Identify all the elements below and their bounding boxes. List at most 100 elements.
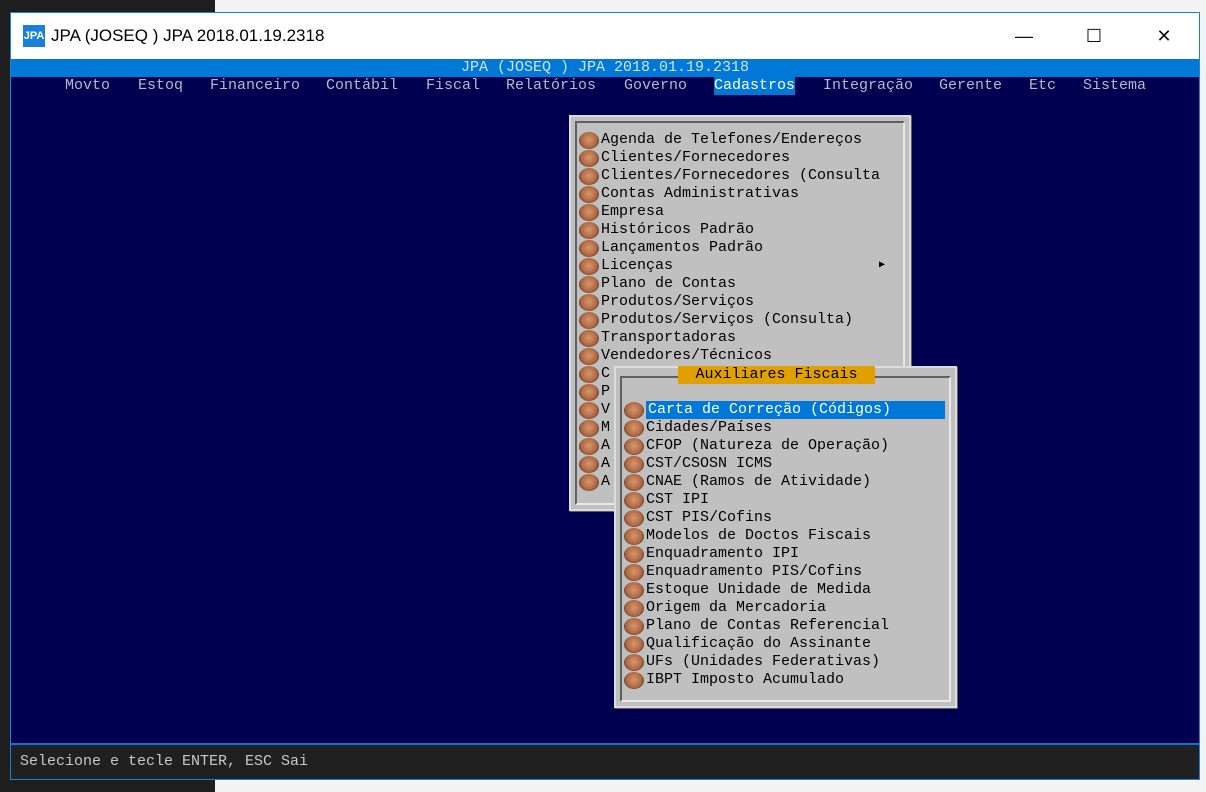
submenu-item[interactable]: Carta de Correção (Códigos) bbox=[624, 401, 945, 419]
menu-item-label: Transportadoras bbox=[601, 329, 737, 346]
submenu-arrow-icon: ▶ bbox=[878, 260, 885, 271]
user-face-icon bbox=[624, 653, 644, 671]
submenu-item[interactable]: Qualificação do Assinante bbox=[624, 635, 871, 653]
menu-item-label: C bbox=[601, 365, 611, 382]
close-button[interactable]: ✕ bbox=[1141, 13, 1187, 59]
menu-item[interactable]: Vendedores/Técnicos bbox=[579, 347, 899, 365]
minimize-button[interactable]: — bbox=[1001, 13, 1047, 59]
submenu-title: Auxiliares Fiscais bbox=[678, 366, 875, 384]
submenu-item-label: Plano de Contas Referencial bbox=[646, 617, 890, 634]
submenu-item[interactable]: CNAE (Ramos de Atividade) bbox=[624, 473, 871, 491]
menu-item-label: Produtos/Serviços bbox=[601, 293, 755, 310]
menu-fiscal[interactable]: Fiscal bbox=[426, 77, 480, 95]
menu-item[interactable]: Produtos/Serviços (Consulta) bbox=[579, 311, 899, 329]
menu-estoq[interactable]: Estoq bbox=[138, 77, 183, 95]
user-face-icon bbox=[579, 185, 599, 203]
menu-item-label: Plano de Contas bbox=[601, 275, 737, 292]
user-face-icon bbox=[624, 635, 644, 653]
title-bar: JPA JPA (JOSEQ ) JPA 2018.01.19.2318 — ☐… bbox=[11, 13, 1199, 59]
user-face-icon bbox=[579, 257, 599, 275]
user-face-icon bbox=[579, 203, 599, 221]
menu-item-label: V bbox=[601, 401, 611, 418]
submenu-item-label: Modelos de Doctos Fiscais bbox=[646, 527, 872, 544]
submenu-item[interactable]: Estoque Unidade de Medida bbox=[624, 581, 871, 599]
menu-item[interactable]: Clientes/Fornecedores (Consulta bbox=[579, 167, 899, 185]
user-face-icon bbox=[579, 239, 599, 257]
menu-item[interactable]: Contas Administrativas bbox=[579, 185, 899, 203]
app-window: JPA JPA (JOSEQ ) JPA 2018.01.19.2318 — ☐… bbox=[10, 12, 1200, 780]
user-face-icon bbox=[624, 509, 644, 527]
menu-item[interactable]: Licenças ▶ bbox=[579, 257, 899, 275]
submenu-item[interactable]: CST/CSOSN ICMS bbox=[624, 455, 772, 473]
menu-item-label: Lançamentos Padrão bbox=[601, 239, 764, 256]
submenu-item-label: Carta de Correção (Códigos) bbox=[646, 401, 945, 419]
menu-item-label: A bbox=[601, 455, 611, 472]
submenu-item[interactable]: Origem da Mercadoria bbox=[624, 599, 826, 617]
submenu-item-label: Cidades/Países bbox=[646, 419, 773, 436]
user-face-icon bbox=[579, 455, 599, 473]
menu-item-label: Clientes/Fornecedores bbox=[601, 149, 791, 166]
menu-governo[interactable]: Governo bbox=[624, 77, 687, 95]
submenu-item-label: CFOP (Natureza de Operação) bbox=[646, 437, 890, 454]
user-face-icon bbox=[579, 437, 599, 455]
menu-item-label: M bbox=[601, 419, 611, 436]
menu-item-label: Vendedores/Técnicos bbox=[601, 347, 773, 364]
menu-item-label: Clientes/Fornecedores (Consulta bbox=[601, 167, 881, 184]
menu-item-label: Contas Administrativas bbox=[601, 185, 800, 202]
maximize-button[interactable]: ☐ bbox=[1071, 13, 1117, 59]
user-face-icon bbox=[579, 365, 599, 383]
menu-item[interactable]: Produtos/Serviços bbox=[579, 293, 899, 311]
submenu-item-label: UFs (Unidades Federativas) bbox=[646, 653, 881, 670]
menu-item-label: A bbox=[601, 437, 611, 454]
user-face-icon bbox=[624, 581, 644, 599]
submenu-item[interactable]: CST PIS/Cofins bbox=[624, 509, 772, 527]
app-icon: JPA bbox=[23, 25, 45, 47]
menu-cadastros[interactable]: Cadastros bbox=[714, 77, 796, 95]
user-face-icon bbox=[624, 455, 644, 473]
menu-item-label: Agenda de Telefones/Endereços bbox=[601, 131, 863, 148]
menu-movto[interactable]: Movto bbox=[65, 77, 110, 95]
submenu-item[interactable]: IBPT Imposto Acumulado bbox=[624, 671, 844, 689]
menu-item[interactable]: Lançamentos Padrão bbox=[579, 239, 899, 257]
menu-sistema[interactable]: Sistema bbox=[1083, 77, 1146, 95]
menu-item[interactable]: Empresa bbox=[579, 203, 899, 221]
submenu-item[interactable]: Cidades/Países bbox=[624, 419, 772, 437]
user-face-icon bbox=[624, 473, 644, 491]
header-band: JPA (JOSEQ ) JPA 2018.01.19.2318 bbox=[11, 59, 1199, 77]
user-face-icon bbox=[624, 437, 644, 455]
user-face-icon bbox=[579, 347, 599, 365]
submenu-item-label: Enquadramento PIS/Cofins bbox=[646, 563, 863, 580]
submenu-item[interactable]: Enquadramento PIS/Cofins bbox=[624, 563, 862, 581]
menu-relatorios[interactable]: Relatórios bbox=[506, 77, 596, 95]
submenu-item[interactable]: Modelos de Doctos Fiscais bbox=[624, 527, 871, 545]
user-face-icon bbox=[579, 131, 599, 149]
user-face-icon bbox=[579, 329, 599, 347]
user-face-icon bbox=[624, 617, 644, 635]
menu-etc[interactable]: Etc bbox=[1029, 77, 1056, 95]
menu-item-label: P bbox=[601, 383, 611, 400]
user-face-icon bbox=[579, 293, 599, 311]
menu-financeiro[interactable]: Financeiro bbox=[210, 77, 300, 95]
submenu-item[interactable]: CST IPI bbox=[624, 491, 709, 509]
menu-item-label: A bbox=[601, 473, 611, 490]
menu-integracao[interactable]: Integração bbox=[823, 77, 913, 95]
menu-item[interactable]: Históricos Padrão bbox=[579, 221, 899, 239]
menu-item[interactable]: Agenda de Telefones/Endereços bbox=[579, 131, 899, 149]
menu-item[interactable]: Plano de Contas bbox=[579, 275, 899, 293]
window-title: JPA (JOSEQ ) JPA 2018.01.19.2318 bbox=[51, 26, 325, 45]
menu-contabil[interactable]: Contábil bbox=[326, 77, 398, 95]
submenu-item[interactable]: CFOP (Natureza de Operação) bbox=[624, 437, 889, 455]
submenu-item[interactable]: Enquadramento IPI bbox=[624, 545, 799, 563]
user-face-icon bbox=[624, 671, 644, 689]
submenu-item-label: Origem da Mercadoria bbox=[646, 599, 827, 616]
menu-item[interactable]: Clientes/Fornecedores bbox=[579, 149, 899, 167]
user-face-icon bbox=[579, 149, 599, 167]
menu-item[interactable]: Transportadoras bbox=[579, 329, 899, 347]
user-face-icon bbox=[624, 563, 644, 581]
user-face-icon bbox=[579, 419, 599, 437]
submenu-item[interactable]: UFs (Unidades Federativas) bbox=[624, 653, 880, 671]
submenu-item[interactable]: Plano de Contas Referencial bbox=[624, 617, 889, 635]
user-face-icon bbox=[624, 545, 644, 563]
status-bar: Selecione e tecle ENTER, ESC Sai bbox=[11, 743, 1199, 779]
menu-gerente[interactable]: Gerente bbox=[939, 77, 1002, 95]
